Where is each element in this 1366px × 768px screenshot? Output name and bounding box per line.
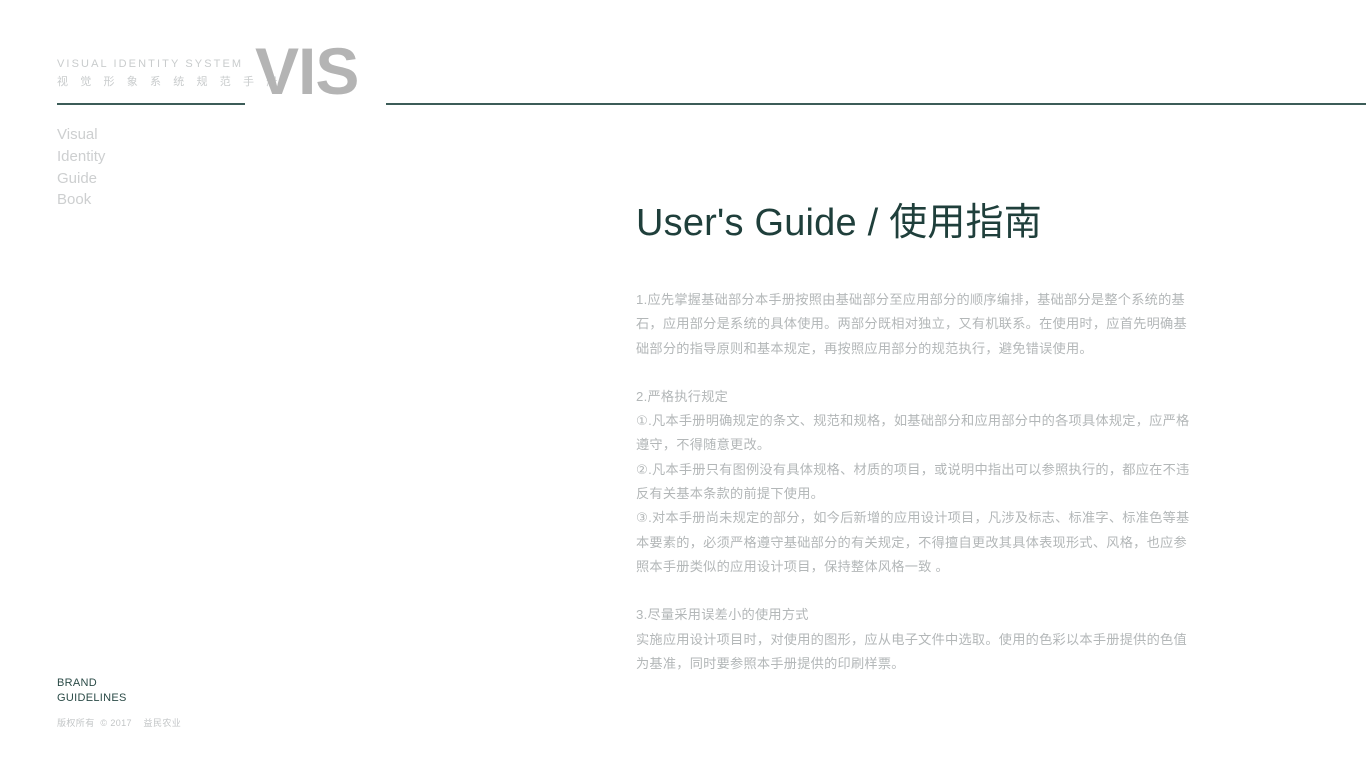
body-line: 2.严格执行规定 [636,388,729,404]
body-line: 为基准，同时要参照本手册提供的印刷样票。 [636,655,905,671]
body-line: 石，应用部分是系统的具体使用。两部分既相对独立，又有机联系。在使用时，应首先明确… [636,316,1187,332]
sidebar-item-visual: Visual [57,126,98,143]
brand-system-label-en: VISUAL IDENTITY SYSTEM [57,58,244,70]
body-line: ②.凡本手册只有图例没有具体规格、材质的项目，或说明中指出可以参照执行的，都应在… [636,461,1190,477]
page-header: VISUAL IDENTITY SYSTEM 视 觉 形 象 系 统 规 范 手… [0,0,1366,112]
sidebar-item-book: Book [57,191,92,209]
main-content: User's Guide / 使用指南 1.应先掌握基础部分本手册按照由基础部分… [636,198,1252,676]
vis-guide-page: { "header": { "brand_en": "VISUAL IDENTI… [0,0,1366,768]
brand-rule-divider [57,103,245,105]
vis-logo: VIS [255,34,359,108]
body-line: 3.尽量采用误差小的使用方式 [636,607,809,623]
sidebar-item-guide: Guide [57,169,98,187]
body-line: ①.凡本手册明确规定的条文、规范和规格，如基础部分和应用部分中的各项具体规定，应… [636,413,1190,429]
body-section-2: 2.严格执行规定 ①.凡本手册明确规定的条文、规范和规格，如基础部分和应用部分中… [636,385,1252,579]
brand-mark: VISUAL IDENTITY SYSTEM 视 觉 形 象 系 统 规 范 手… [57,56,282,91]
copyright-text: 版权所有 © 2017 益民农业 [57,718,182,728]
brand-system-label-cn: 视 觉 形 象 系 统 规 范 手 册 [57,76,282,88]
sidebar-item-identity: Identity [57,147,106,165]
body-line: 照本手册类似的应用设计项目，保持整体风格一致 。 [636,558,949,574]
body-line: 础部分的指导原则和基本规定，再按照应用部分的规范执行，避免错误使用。 [636,340,1093,356]
body-section-3: 3.尽量采用误差小的使用方式 实施应用设计项目时，对使用的图形，应从电子文件中选… [636,603,1252,676]
page-title: User's Guide / 使用指南 [636,202,1042,244]
body-line: 本要素的，必须严格遵守基础部分的有关规定，不得擅自更改其具体表现形式、风格，也应… [636,534,1187,550]
body-line: ③.对本手册尚未规定的部分，如今后新增的应用设计项目，凡涉及标志、标准字、标准色… [636,510,1190,526]
body-line: 实施应用设计项目时，对使用的图形，应从电子文件中选取。使用的色彩以本手册提供的色… [636,631,1187,647]
sidebar-word-list: Visual Identity Guide Book [57,124,257,211]
body-line: 遵守，不得随意更改。 [636,437,771,453]
header-rule-divider [386,103,1366,105]
body-line: 反有关基本条款的前提下使用。 [636,486,825,502]
body-line: 1.应先掌握基础部分本手册按照由基础部分至应用部分的顺序编排，基础部分是整个系统… [636,292,1185,307]
body-section-1: 1.应先掌握基础部分本手册按照由基础部分至应用部分的顺序编排，基础部分是整个系统… [636,288,1252,361]
page-footer: BRAND GUIDELINES 版权所有 © 2017 益民农业 [57,676,357,729]
footer-brand-line2: GUIDELINES [57,691,127,704]
footer-brand-line1: BRAND [57,677,98,689]
